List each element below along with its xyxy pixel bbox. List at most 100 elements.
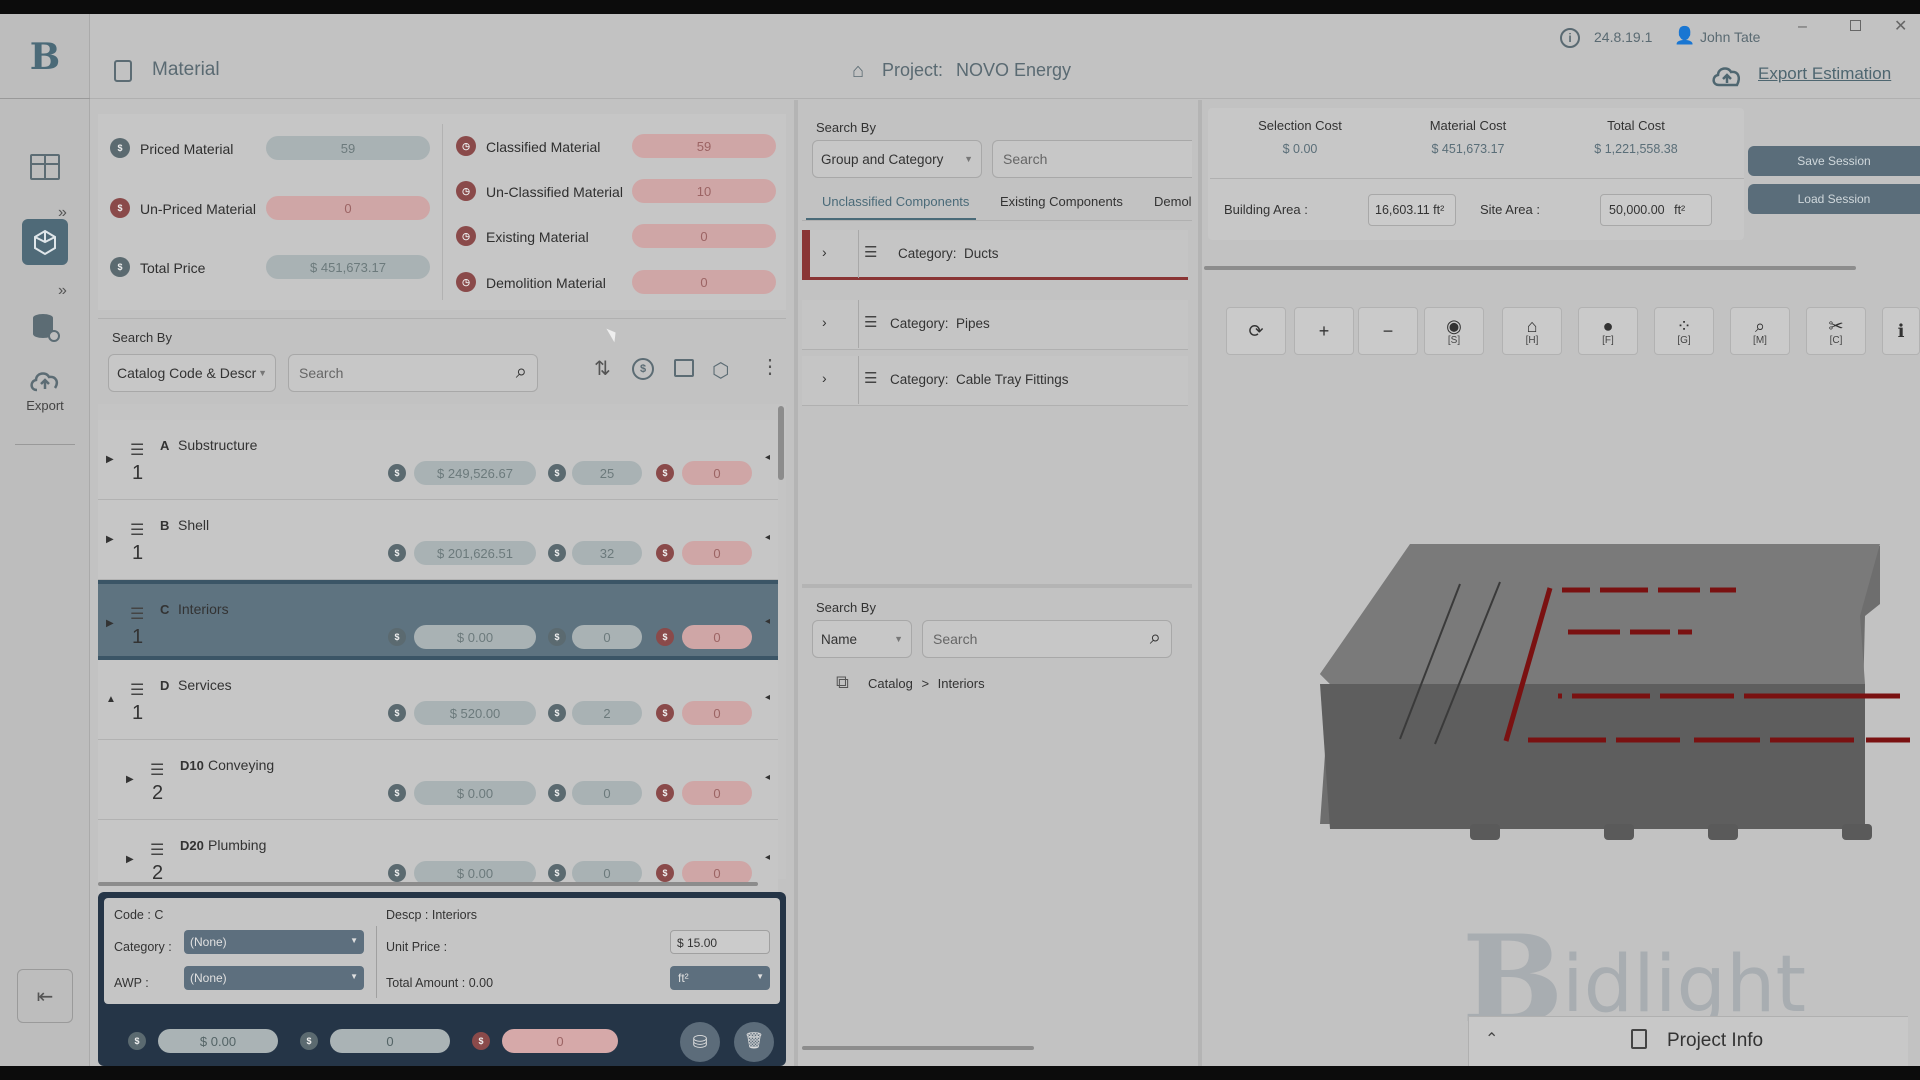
expand-arrow-icon[interactable]: ▶ — [126, 854, 134, 865]
grid-button[interactable]: ⁘ [G] — [1654, 307, 1714, 355]
tab-demolition[interactable]: Demol — [1154, 194, 1194, 209]
zoom-in-button[interactable]: + — [1294, 307, 1354, 355]
search-icon[interactable]: ⌕ — [1150, 627, 1161, 650]
tree-row-d[interactable]: ▲ ☰ 1 D Services $ $ 520.00 $2 $0 ◂ — [98, 660, 778, 740]
row-menu-icon[interactable]: ◂ — [765, 772, 770, 783]
building-area-input[interactable]: 16,603.11 ft² — [1368, 194, 1456, 226]
spreadsheet-icon[interactable] — [30, 154, 60, 180]
project-info-bar[interactable]: ⌃ Project Info — [1468, 1016, 1908, 1066]
save-session-button[interactable]: Save Session — [1748, 146, 1920, 176]
level-number: 1 — [132, 626, 144, 648]
category-row-pipes[interactable]: › ☰ Category: Pipes — [802, 300, 1188, 350]
tree-row-d10[interactable]: ▶ ☰ 2 D10 Conveying $ $ 0.00 $0 $0 ◂ — [98, 740, 778, 820]
mid-h-scrollbar[interactable] — [802, 1046, 1034, 1050]
unit-select[interactable]: ft² ▼ — [670, 966, 770, 990]
drag-handle-icon[interactable]: ☰ — [864, 313, 877, 331]
screenshot-button[interactable]: ◉ [S] — [1424, 307, 1484, 355]
tree-row-b[interactable]: ▶ ☰ 1 B Shell $ $ 201,626.51 $32 $0 ◂ — [98, 500, 778, 580]
drag-handle-icon[interactable]: ☰ — [130, 680, 144, 700]
expand-arrow-icon[interactable]: ▶ — [126, 774, 134, 785]
delete-button[interactable]: 🗑 — [734, 1022, 774, 1062]
breadcrumb-leaf[interactable]: Interiors — [938, 676, 985, 691]
row-menu-icon[interactable]: ◂ — [765, 852, 770, 863]
expand-arrow-icon[interactable]: ▲ — [106, 694, 116, 705]
mid-search-mode-select[interactable]: Group and Category ▼ — [812, 140, 982, 178]
expand-arrow-icon[interactable]: › — [822, 244, 827, 260]
expand-chevron-icon-2[interactable]: » — [58, 282, 67, 300]
collapse-up-icon[interactable]: ⌃ — [1485, 1029, 1498, 1049]
drag-handle-icon[interactable]: ☰ — [864, 243, 877, 261]
expand-arrow-icon[interactable]: ▶ — [106, 618, 114, 629]
save-to-db-button[interactable]: ⛁ — [680, 1022, 720, 1062]
refresh-button[interactable]: ⟳ — [1226, 307, 1286, 355]
cut-button[interactable]: ✂ [C] — [1806, 307, 1866, 355]
database-settings-icon[interactable] — [30, 312, 60, 342]
left-search-mode-select[interactable]: Catalog Code & Descr ▼ — [108, 354, 276, 392]
model-view-button[interactable] — [22, 219, 68, 265]
category-row-ducts[interactable]: › ☰ Category: Ducts — [802, 230, 1188, 280]
zoom-out-button[interactable]: − — [1358, 307, 1418, 355]
sort-icon[interactable]: ⇅ — [594, 356, 611, 381]
row-menu-icon[interactable]: ◂ — [765, 532, 770, 543]
category-select[interactable]: (None) ▼ — [184, 930, 364, 954]
export-estimation-link[interactable]: Export Estimation — [1758, 64, 1891, 84]
tree-row-a[interactable]: ▶ ☰ 1 A Substructure $ $ 249,526.67 $25 $0 ◂ — [98, 420, 778, 500]
info-button[interactable]: ℹ — [1882, 307, 1920, 355]
info-icon[interactable]: i — [1560, 28, 1580, 48]
breadcrumb-root[interactable]: Catalog — [868, 676, 913, 691]
row-menu-icon[interactable]: ◂ — [765, 452, 770, 463]
site-area-input[interactable]: 50,000.00 ft² — [1600, 194, 1712, 226]
count-icon: $ — [548, 628, 566, 646]
tree-flag: 0 — [682, 781, 752, 805]
price-filter-icon[interactable]: $ — [632, 358, 654, 380]
drag-handle-icon[interactable]: ☰ — [150, 760, 164, 780]
export-label[interactable]: Export — [0, 398, 90, 413]
left-search-input[interactable]: Search ⌕ — [288, 354, 538, 392]
export-estimation-icon[interactable] — [1710, 62, 1744, 88]
tree-h-scrollbar[interactable] — [98, 882, 758, 886]
table-settings-icon[interactable] — [674, 359, 694, 377]
minimize-icon[interactable]: – — [1798, 18, 1807, 36]
cube-icon — [34, 229, 56, 256]
export-cloud-icon[interactable] — [28, 368, 62, 392]
drag-handle-icon[interactable]: ☰ — [150, 840, 164, 860]
expand-arrow-icon[interactable]: ▶ — [106, 534, 114, 545]
focus-button[interactable]: ● [F] — [1578, 307, 1638, 355]
tree-row-c[interactable]: ▶ ☰ 1 C Interiors $ $ 0.00 $0 $0 ◂ — [98, 580, 778, 660]
home-icon[interactable]: ⌂ — [852, 60, 864, 83]
drag-handle-icon[interactable]: ☰ — [864, 369, 877, 387]
drag-handle-icon[interactable]: ☰ — [130, 520, 144, 540]
home-view-button[interactable]: ⌂ [H] — [1502, 307, 1562, 355]
expand-arrow-icon[interactable]: › — [822, 370, 827, 386]
tab-existing[interactable]: Existing Components — [1000, 194, 1123, 209]
close-icon[interactable]: ✕ — [1894, 16, 1907, 36]
row-menu-icon[interactable]: ◂ — [765, 616, 770, 627]
category-row-cable-tray[interactable]: › ☰ Category: Cable Tray Fittings — [802, 356, 1188, 406]
building-3d-model[interactable] — [1320, 534, 1920, 854]
right-h-scrollbar[interactable] — [1204, 266, 1856, 270]
demolition-material-icon: ◷ — [456, 272, 476, 292]
package-icon[interactable]: ⬡ — [712, 358, 729, 383]
grid-icon: ⁘ — [1676, 315, 1692, 336]
user-name[interactable]: John Tate — [1700, 29, 1760, 45]
unit-price-input[interactable]: $ 15.00 — [670, 930, 770, 954]
restore-icon[interactable] — [1850, 20, 1861, 31]
logout-button[interactable]: ⇤ — [17, 969, 73, 1023]
drag-handle-icon[interactable]: ☰ — [130, 604, 144, 624]
tree-scrollbar[interactable] — [778, 406, 784, 480]
detail-descp-label: Descp : Interiors — [386, 908, 478, 922]
name-search-input[interactable]: Search ⌕ — [922, 620, 1172, 658]
awp-select[interactable]: (None) ▼ — [184, 966, 364, 990]
search-icon[interactable]: ⌕ — [516, 361, 527, 384]
name-search-select[interactable]: Name ▼ — [812, 620, 912, 658]
mid-search-input[interactable]: Search — [992, 140, 1192, 178]
tab-unclassified[interactable]: Unclassified Components — [822, 194, 969, 209]
expand-arrow-icon[interactable]: ▶ — [106, 454, 114, 465]
load-session-button[interactable]: Load Session — [1748, 184, 1920, 214]
tree-row-d20[interactable]: ▶ ☰ 2 D20 Plumbing $ $ 0.00 $0 $0 ◂ — [98, 820, 778, 900]
magnify-button[interactable]: ⌕ [M] — [1730, 307, 1790, 355]
row-menu-icon[interactable]: ◂ — [765, 692, 770, 703]
more-options-icon[interactable]: ⋮ — [760, 354, 780, 379]
drag-handle-icon[interactable]: ☰ — [130, 440, 144, 460]
expand-arrow-icon[interactable]: › — [822, 314, 827, 330]
